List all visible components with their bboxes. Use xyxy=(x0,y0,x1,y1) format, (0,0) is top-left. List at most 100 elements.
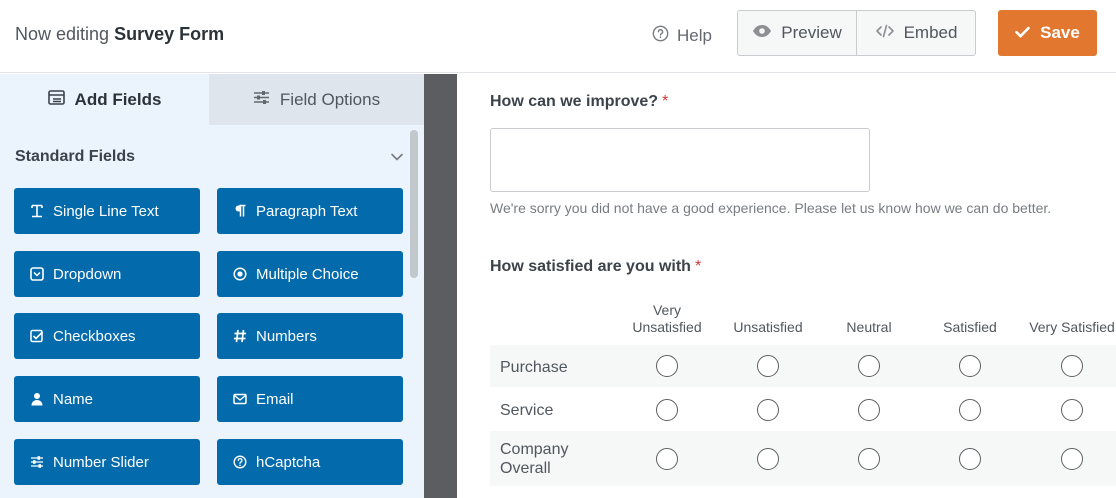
hcaptcha-button[interactable]: hCaptcha xyxy=(217,439,403,485)
likert-column-header: Satisfied xyxy=(920,302,1020,336)
dropdown-button[interactable]: Dropdown xyxy=(14,251,200,297)
column-header-line1 xyxy=(920,302,1020,319)
likert-radio[interactable] xyxy=(656,399,678,421)
improve-description: We're sorry you did not have a good expe… xyxy=(490,200,1052,216)
paragraph-text-button[interactable]: Paragraph Text xyxy=(217,188,403,234)
likert-row: Company Overall xyxy=(490,431,1116,486)
help-button[interactable]: Help xyxy=(652,25,712,47)
number-slider-button[interactable]: Number Slider xyxy=(14,439,200,485)
column-header-line2: Unsatisfied xyxy=(632,319,702,335)
email-button[interactable]: Email xyxy=(217,376,403,422)
column-header-line2: Unsatisfied xyxy=(733,319,803,335)
envelope-icon xyxy=(232,392,247,407)
likert-column-header: Very Unsatisfied xyxy=(617,302,717,336)
user-icon xyxy=(29,392,44,407)
section-title: Standard Fields xyxy=(15,148,136,165)
standard-fields-toggle[interactable]: Standard Fields xyxy=(15,148,405,166)
question-circle-icon xyxy=(652,25,669,47)
paragraph-icon xyxy=(232,204,247,219)
column-header-line2: Satisfied xyxy=(943,319,997,335)
dropdown-label: Dropdown xyxy=(53,265,122,283)
likert-column-header: Very Satisfied xyxy=(1022,302,1116,336)
column-header-line1 xyxy=(1022,302,1116,319)
multiple-choice-label: Multiple Choice xyxy=(256,265,359,283)
hash-icon xyxy=(232,329,247,344)
likert-row-label: Service xyxy=(500,401,553,420)
embed-button[interactable]: Embed xyxy=(856,11,975,55)
save-button[interactable]: Save xyxy=(998,10,1097,56)
satisfaction-question-label[interactable]: How satisfied are you with * xyxy=(490,258,701,276)
row-label-line1: Company xyxy=(500,441,569,458)
likert-row-label: Company Overall xyxy=(500,440,568,478)
panel-tabs: Add Fields Field Options xyxy=(0,74,424,125)
likert-radio[interactable] xyxy=(757,355,779,377)
likert-column-header: Neutral xyxy=(819,302,919,336)
text-cursor-icon xyxy=(29,204,44,219)
improve-textarea[interactable] xyxy=(490,128,870,192)
likert-radio[interactable] xyxy=(757,399,779,421)
sliders-icon xyxy=(29,455,44,470)
preview-label: Preview xyxy=(781,23,842,42)
form-name: Survey Form xyxy=(114,24,225,44)
multiple-choice-button[interactable]: Multiple Choice xyxy=(217,251,403,297)
likert-radio[interactable] xyxy=(1061,355,1083,377)
preview-button[interactable]: Preview xyxy=(738,11,856,55)
column-header-line2: Neutral xyxy=(846,319,892,335)
checkboxes-button[interactable]: Checkboxes xyxy=(14,313,200,359)
likert-radio[interactable] xyxy=(959,399,981,421)
likert-radio[interactable] xyxy=(959,355,981,377)
improve-question-text: How can we improve? xyxy=(490,93,659,110)
title-prefix: Now editing xyxy=(15,24,110,44)
column-header-line2: Very Satisfied xyxy=(1029,319,1115,335)
fields-panel: Add Fields Field Options Standard Fields… xyxy=(0,74,424,498)
tab-field-options[interactable]: Field Options xyxy=(209,74,424,125)
likert-radio[interactable] xyxy=(656,355,678,377)
eye-icon xyxy=(752,23,772,43)
page-title: Now editing Survey Form xyxy=(15,24,224,45)
checkboxes-label: Checkboxes xyxy=(53,327,136,345)
tab-add-fields-label: Add Fields xyxy=(74,89,162,109)
row-label-line1: Purchase xyxy=(500,359,568,376)
help-label: Help xyxy=(677,26,712,45)
likert-row: Purchase xyxy=(490,345,1116,387)
likert-radio[interactable] xyxy=(858,448,880,470)
radio-icon xyxy=(232,267,247,282)
sliders-icon xyxy=(253,90,270,110)
likert-radio[interactable] xyxy=(656,448,678,470)
satisfaction-question-text: How satisfied are you with xyxy=(490,258,691,275)
name-button[interactable]: Name xyxy=(14,376,200,422)
panel-divider xyxy=(424,74,457,498)
likert-row: Service xyxy=(490,388,1116,431)
hcaptcha-label: hCaptcha xyxy=(256,453,321,471)
likert-radio[interactable] xyxy=(1061,448,1083,470)
required-mark: * xyxy=(662,93,669,110)
single-line-text-label: Single Line Text xyxy=(53,202,159,220)
question-circle-icon xyxy=(232,455,247,470)
likert-radio[interactable] xyxy=(959,448,981,470)
tab-add-fields[interactable]: Add Fields xyxy=(0,74,209,125)
likert-radio[interactable] xyxy=(858,355,880,377)
single-line-text-button[interactable]: Single Line Text xyxy=(14,188,200,234)
dropdown-icon xyxy=(29,267,44,282)
form-preview: How can we improve? * We're sorry you did… xyxy=(457,74,1116,498)
row-label-line1: Service xyxy=(500,402,554,419)
panel-scrollbar-thumb[interactable] xyxy=(410,130,418,278)
likert-radio[interactable] xyxy=(757,448,779,470)
likert-row-label: Purchase xyxy=(500,358,568,377)
checkbox-icon xyxy=(29,329,44,344)
chevron-down-icon xyxy=(391,148,405,166)
numbers-label: Numbers xyxy=(256,327,317,345)
improve-question-label[interactable]: How can we improve? * xyxy=(490,93,668,111)
likert-column-header: Unsatisfied xyxy=(718,302,818,336)
numbers-button[interactable]: Numbers xyxy=(217,313,403,359)
tab-field-options-label: Field Options xyxy=(279,89,381,109)
column-header-line1 xyxy=(718,302,818,319)
save-label: Save xyxy=(1040,23,1080,42)
list-icon xyxy=(47,89,65,110)
builder-toolbar: Now editing Survey Form Help Preview Emb… xyxy=(0,0,1116,73)
checkmark-icon xyxy=(1015,23,1030,43)
embed-label: Embed xyxy=(903,23,958,42)
likert-radio[interactable] xyxy=(858,399,880,421)
likert-radio[interactable] xyxy=(1061,399,1083,421)
column-header-line1: Very xyxy=(652,302,681,318)
